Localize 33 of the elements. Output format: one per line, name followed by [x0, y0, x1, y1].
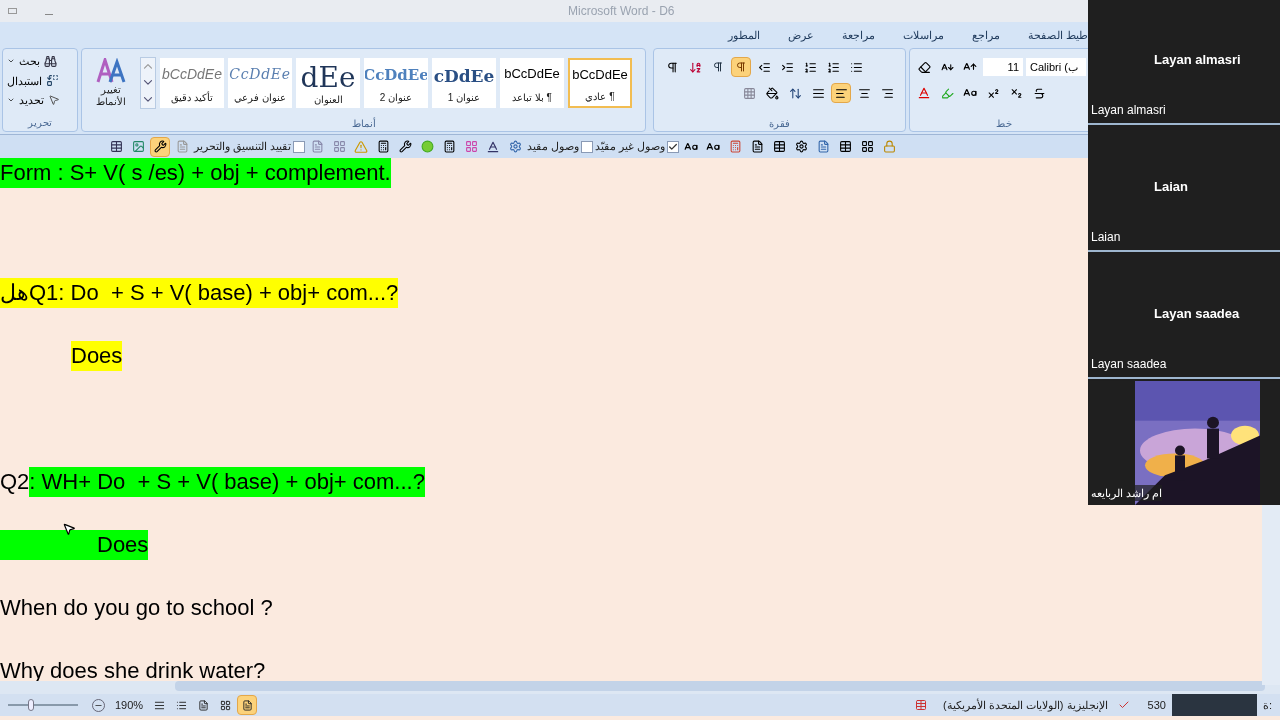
word-count[interactable]: 530	[1147, 696, 1166, 714]
zoom-level[interactable]: 190%	[115, 696, 144, 714]
participant-name: Layan almasri	[1154, 51, 1241, 69]
group-label: أنماط	[350, 116, 377, 131]
ribbon-tab[interactable]: مراجعة	[841, 26, 875, 44]
ribbon-tab[interactable]: عرض	[787, 26, 814, 44]
language-label[interactable]: الإنجليزية (الولايات المتحدة الأمريكية)	[943, 696, 1108, 714]
ribbon-tab[interactable]: مراجع	[971, 26, 1000, 44]
participant-label: Laian	[1091, 229, 1122, 246]
replace-button[interactable]: استبدال	[7, 72, 42, 89]
participant-label: ام راشد الربايعه	[1091, 484, 1163, 501]
ribbon-tab[interactable]: المطور	[727, 26, 760, 44]
change-styles-button[interactable]: تغيير الأنماط	[86, 57, 136, 108]
group-label: فقرة	[768, 117, 791, 131]
participant-label: Layan almasri	[1091, 102, 1167, 119]
toolbar-label: وصول غير مقيّد	[595, 139, 666, 155]
font-family-field[interactable]: Calibri (ب	[1026, 58, 1086, 76]
document-line: Q2	[0, 467, 30, 496]
participant-name: Layan saadea	[1154, 305, 1240, 323]
ribbon-tab[interactable]: مراسلات	[902, 26, 944, 44]
group-label: خط	[995, 117, 1013, 131]
ribbon-tab[interactable]: طيط الصفحة	[1027, 26, 1088, 44]
toolbar-label: وصول مقيد	[527, 139, 580, 155]
toolbar-label: تقييد التنسيق والتحرير	[194, 139, 292, 155]
document-line: When do you go to school ?	[0, 593, 273, 622]
select-button[interactable]: تحديد	[19, 92, 44, 109]
font-size-field[interactable]: 11	[983, 58, 1023, 76]
find-button[interactable]: بحث	[19, 53, 40, 70]
participant-name: Laian	[1154, 178, 1188, 196]
page-label: ة:	[1262, 697, 1272, 713]
group-label: تحرير	[26, 116, 53, 131]
window-title: Microsoft Word - D6	[568, 3, 675, 20]
participant-label: Layan saadea	[1091, 356, 1168, 373]
